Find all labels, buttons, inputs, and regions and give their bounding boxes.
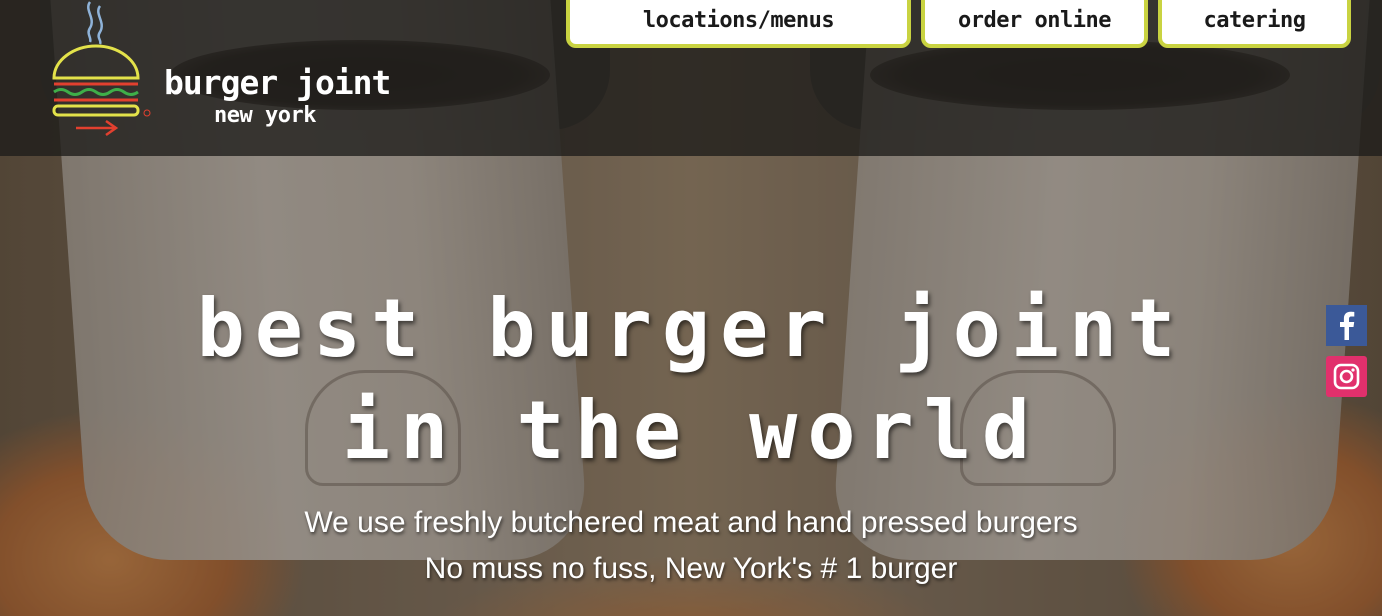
brand-location: new york <box>214 103 316 128</box>
hero-headline-line2: in the world <box>342 384 1040 477</box>
brand-name: burger joint <box>164 63 391 102</box>
facebook-link[interactable] <box>1326 305 1367 346</box>
nav-order-online-button[interactable]: order online <box>921 0 1148 48</box>
site-header: burger joint new york locations/menus or… <box>0 0 1382 156</box>
nav-locations-menus-button[interactable]: locations/menus <box>566 0 911 48</box>
hero-tagline-line1: We use freshly butchered meat and hand p… <box>304 506 1078 539</box>
burger-logo-icon <box>52 1 151 137</box>
home-logo-link[interactable]: burger joint new york <box>48 0 408 145</box>
hero-headline-line1: best burger joint <box>196 282 1186 375</box>
nav-catering-button[interactable]: catering <box>1158 0 1351 48</box>
facebook-icon <box>1340 311 1355 340</box>
instagram-icon <box>1333 363 1360 390</box>
instagram-link[interactable] <box>1326 356 1367 397</box>
hero-tagline-line2: No muss no fuss, New York's # 1 burger <box>424 552 958 585</box>
